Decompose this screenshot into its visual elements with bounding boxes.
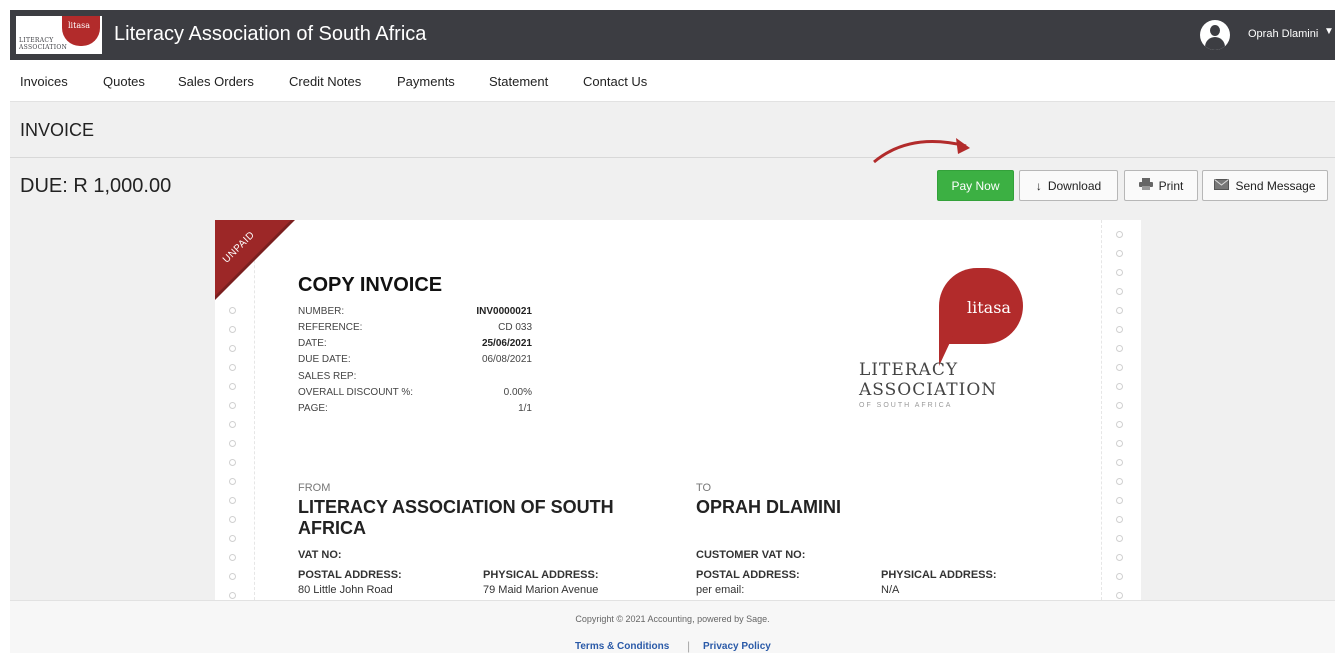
from-postal-value: 80 Little John Road bbox=[298, 584, 393, 596]
meta-label-page: PAGE: bbox=[298, 403, 328, 414]
print-button[interactable]: Print bbox=[1124, 170, 1198, 201]
from-label: FROM bbox=[298, 482, 331, 494]
pay-now-label: Pay Now bbox=[951, 178, 1000, 193]
print-label: Print bbox=[1158, 178, 1184, 193]
pay-now-button[interactable]: Pay Now bbox=[937, 170, 1014, 201]
meta-value-page: 1/1 bbox=[518, 403, 532, 414]
download-button[interactable]: ↓ Download bbox=[1019, 170, 1118, 201]
meta-value-number: INV0000021 bbox=[476, 306, 532, 317]
meta-label-sales-rep: SALES REP: bbox=[298, 371, 357, 382]
meta-label-reference: REFERENCE: bbox=[298, 322, 363, 333]
perforation-right bbox=[1101, 220, 1141, 600]
page-title: INVOICE bbox=[20, 120, 95, 140]
nav-item-invoices[interactable]: Invoices bbox=[20, 74, 68, 89]
privacy-link[interactable]: Privacy Policy bbox=[703, 641, 771, 652]
logo-line-1: LITERACY bbox=[19, 37, 54, 44]
amount-due: DUE: R 1,000.00 bbox=[20, 175, 172, 197]
logo-bubble-text: litasa bbox=[967, 298, 1011, 317]
send-message-button[interactable]: Send Message bbox=[1202, 170, 1328, 201]
to-postal-label: POSTAL ADDRESS: bbox=[696, 569, 800, 581]
nav-item-payments[interactable]: Payments bbox=[397, 74, 455, 89]
logo-line-2: ASSOCIATION bbox=[859, 380, 998, 400]
nav-item-sales-orders[interactable]: Sales Orders bbox=[178, 74, 254, 89]
nav-item-statement[interactable]: Statement bbox=[489, 74, 548, 89]
nav-item-contact-us[interactable]: Contact Us bbox=[583, 74, 647, 89]
to-label: TO bbox=[696, 482, 712, 494]
user-menu-name[interactable]: Oprah Dlamini bbox=[1248, 28, 1318, 40]
logo-line-3: OF SOUTH AFRICA bbox=[859, 402, 953, 409]
nav-item-credit-notes[interactable]: Credit Notes bbox=[289, 74, 361, 89]
nav-item-quotes[interactable]: Quotes bbox=[103, 74, 145, 89]
from-vat-label: VAT NO: bbox=[298, 549, 342, 561]
meta-label-discount: OVERALL DISCOUNT %: bbox=[298, 387, 414, 398]
to-name: OPRAH DLAMINI bbox=[696, 497, 841, 517]
from-physical-label: PHYSICAL ADDRESS: bbox=[483, 569, 599, 581]
meta-value-reference: CD 033 bbox=[498, 322, 532, 333]
invoice-document: UNPAID COPY INVOICE NUMBER: INV0000021 R… bbox=[215, 220, 1141, 600]
to-physical-value: N/A bbox=[881, 584, 900, 596]
meta-label-due-date: DUE DATE: bbox=[298, 354, 351, 365]
meta-value-due-date: 06/08/2021 bbox=[481, 354, 532, 365]
logo-line-2: ASSOCIATION bbox=[19, 44, 68, 51]
logo-line-1: LITERACY bbox=[859, 360, 959, 380]
from-name-line-1: LITERACY ASSOCIATION OF SOUTH bbox=[298, 497, 614, 517]
user-avatar-icon[interactable] bbox=[1200, 20, 1230, 50]
top-bar: litasa LITERACY ASSOCIATION Literacy Ass… bbox=[10, 10, 1335, 60]
meta-label-date: DATE: bbox=[298, 338, 327, 349]
annotation-arrow-icon bbox=[873, 138, 970, 164]
main-nav: Invoices Quotes Sales Orders Credit Note… bbox=[10, 60, 1335, 102]
to-postal-value: per email: bbox=[696, 584, 745, 596]
to-vat-label: CUSTOMER VAT NO: bbox=[696, 549, 806, 561]
from-postal-label: POSTAL ADDRESS: bbox=[298, 569, 402, 581]
envelope-icon bbox=[1214, 178, 1230, 193]
footer-separator: | bbox=[687, 639, 691, 653]
copyright-text: Copyright © 2021 Accounting, powered by … bbox=[575, 614, 770, 624]
app-title: Literacy Association of South Africa bbox=[114, 23, 427, 45]
meta-label-number: NUMBER: bbox=[298, 306, 345, 317]
download-label: Download bbox=[1047, 178, 1102, 193]
send-message-label: Send Message bbox=[1235, 178, 1316, 193]
company-logo: litasa LITERACY ASSOCIATION OF SOUTH AFR… bbox=[855, 262, 1055, 422]
divider bbox=[10, 157, 1335, 158]
download-arrow-icon: ↓ bbox=[1035, 178, 1042, 193]
invoice-title: COPY INVOICE bbox=[298, 274, 443, 296]
printer-icon bbox=[1138, 178, 1153, 193]
meta-value-date: 25/06/2021 bbox=[481, 338, 532, 349]
content-area: INVOICE DUE: R 1,000.00 Pay Now ↓ Downlo… bbox=[10, 102, 1335, 600]
footer: Copyright © 2021 Accounting, powered by … bbox=[10, 600, 1335, 653]
brand-logo[interactable]: litasa LITERACY ASSOCIATION bbox=[16, 16, 102, 54]
terms-link[interactable]: Terms & Conditions bbox=[575, 641, 669, 652]
to-physical-label: PHYSICAL ADDRESS: bbox=[881, 569, 997, 581]
meta-value-discount: 0.00% bbox=[503, 387, 532, 398]
logo-bubble-text: litasa bbox=[68, 21, 90, 30]
from-physical-value: 79 Maid Marion Avenue bbox=[483, 584, 599, 596]
chevron-down-icon[interactable]: ▼ bbox=[1324, 26, 1334, 37]
from-name-line-2: AFRICA bbox=[298, 518, 366, 538]
